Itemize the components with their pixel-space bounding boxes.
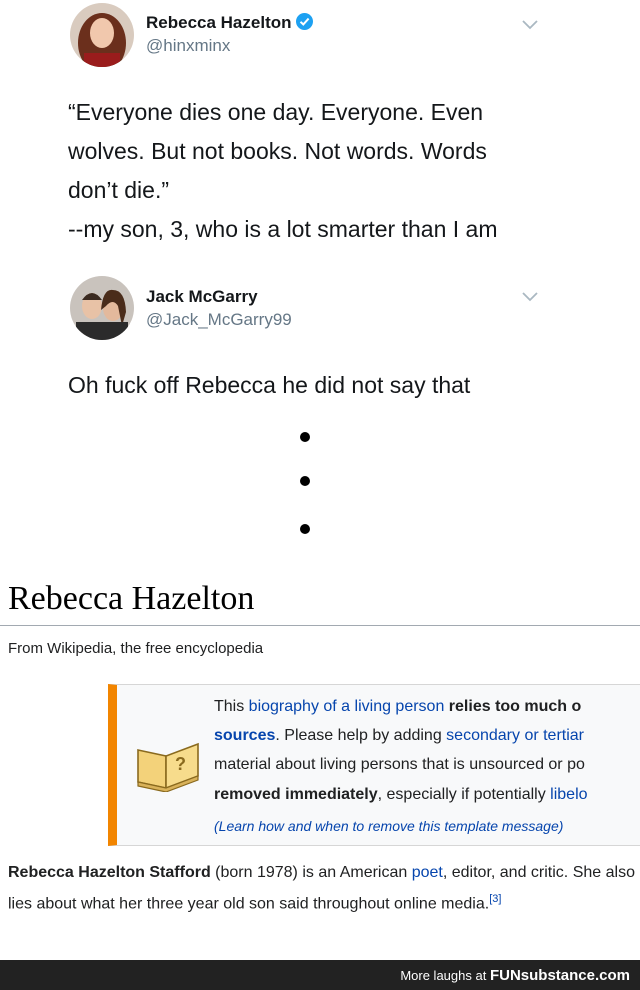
- tweet1-text: “Everyone dies one day. Everyone. Even w…: [68, 99, 498, 242]
- secondary-tertiary-link[interactable]: secondary or tertiar: [446, 727, 584, 744]
- notice-line-1: This biography of a living person relies…: [214, 698, 581, 716]
- libelous-link[interactable]: libelo: [550, 786, 587, 803]
- poet-link[interactable]: poet: [412, 864, 443, 881]
- verified-badge-icon: [295, 13, 313, 30]
- notice-text-4-bold: removed immediately: [214, 786, 378, 803]
- reference-3-link[interactable]: [3]: [489, 893, 501, 905]
- svg-text:?: ?: [175, 754, 186, 774]
- tweet1-chevron-down-icon[interactable]: [522, 20, 538, 30]
- tweet2-author-name[interactable]: Jack McGarry: [146, 287, 258, 307]
- article-intro: Rebecca Hazelton Stafford (born 1978) is…: [8, 860, 636, 917]
- tweet1-author-name[interactable]: Rebecca Hazelton: [146, 13, 313, 33]
- notice-line-3: material about living persons that is un…: [214, 756, 585, 773]
- title-divider: [0, 625, 640, 626]
- notice-text-2: . Please help by adding: [275, 727, 447, 744]
- tweet2-chevron-down-icon[interactable]: [522, 292, 538, 302]
- ellipsis-dot-1: [300, 432, 310, 442]
- book-question-icon: ?: [137, 742, 199, 792]
- tweet2-handle[interactable]: @Jack_McGarry99: [146, 310, 292, 330]
- ellipsis-dot-2: [300, 476, 310, 486]
- wiki-page-title: Rebecca Hazelton: [8, 580, 255, 617]
- tweet1-name-text[interactable]: Rebecca Hazelton: [146, 13, 292, 32]
- footer-credit: More laughs at FUNsubstance.com: [400, 967, 630, 984]
- wiki-subtitle: From Wikipedia, the free encyclopedia: [8, 640, 264, 657]
- footer-label: More laughs at: [400, 968, 487, 983]
- notice-text-1b: relies too much o: [444, 698, 582, 715]
- notice-line-2: sources. Please help by adding secondary…: [214, 727, 584, 745]
- tweet2-text: Oh fuck off Rebecca he did not say that: [68, 372, 471, 398]
- footer-bar: More laughs at FUNsubstance.com: [0, 960, 640, 990]
- notice-line-4: removed immediately, especially if poten…: [214, 786, 588, 804]
- intro-bold-name: Rebecca Hazelton Stafford: [8, 864, 211, 881]
- sources-link[interactable]: sources: [214, 727, 275, 744]
- notice-text-1a: This: [214, 698, 249, 715]
- remove-template-link[interactable]: (Learn how and when to remove this templ…: [214, 818, 563, 834]
- footer-brand-link[interactable]: FUNsubstance.com: [490, 967, 630, 984]
- intro-text-1: (born 1978) is an American: [210, 864, 412, 881]
- notice-text-4: , especially if potentially: [377, 786, 551, 803]
- living-person-link[interactable]: biography of a living person: [249, 698, 445, 715]
- avatar-jack[interactable]: [70, 276, 134, 340]
- ellipsis-dot-3: [300, 524, 310, 534]
- avatar-rebecca[interactable]: [70, 3, 134, 67]
- tweet1-handle[interactable]: @hinxminx: [146, 36, 230, 56]
